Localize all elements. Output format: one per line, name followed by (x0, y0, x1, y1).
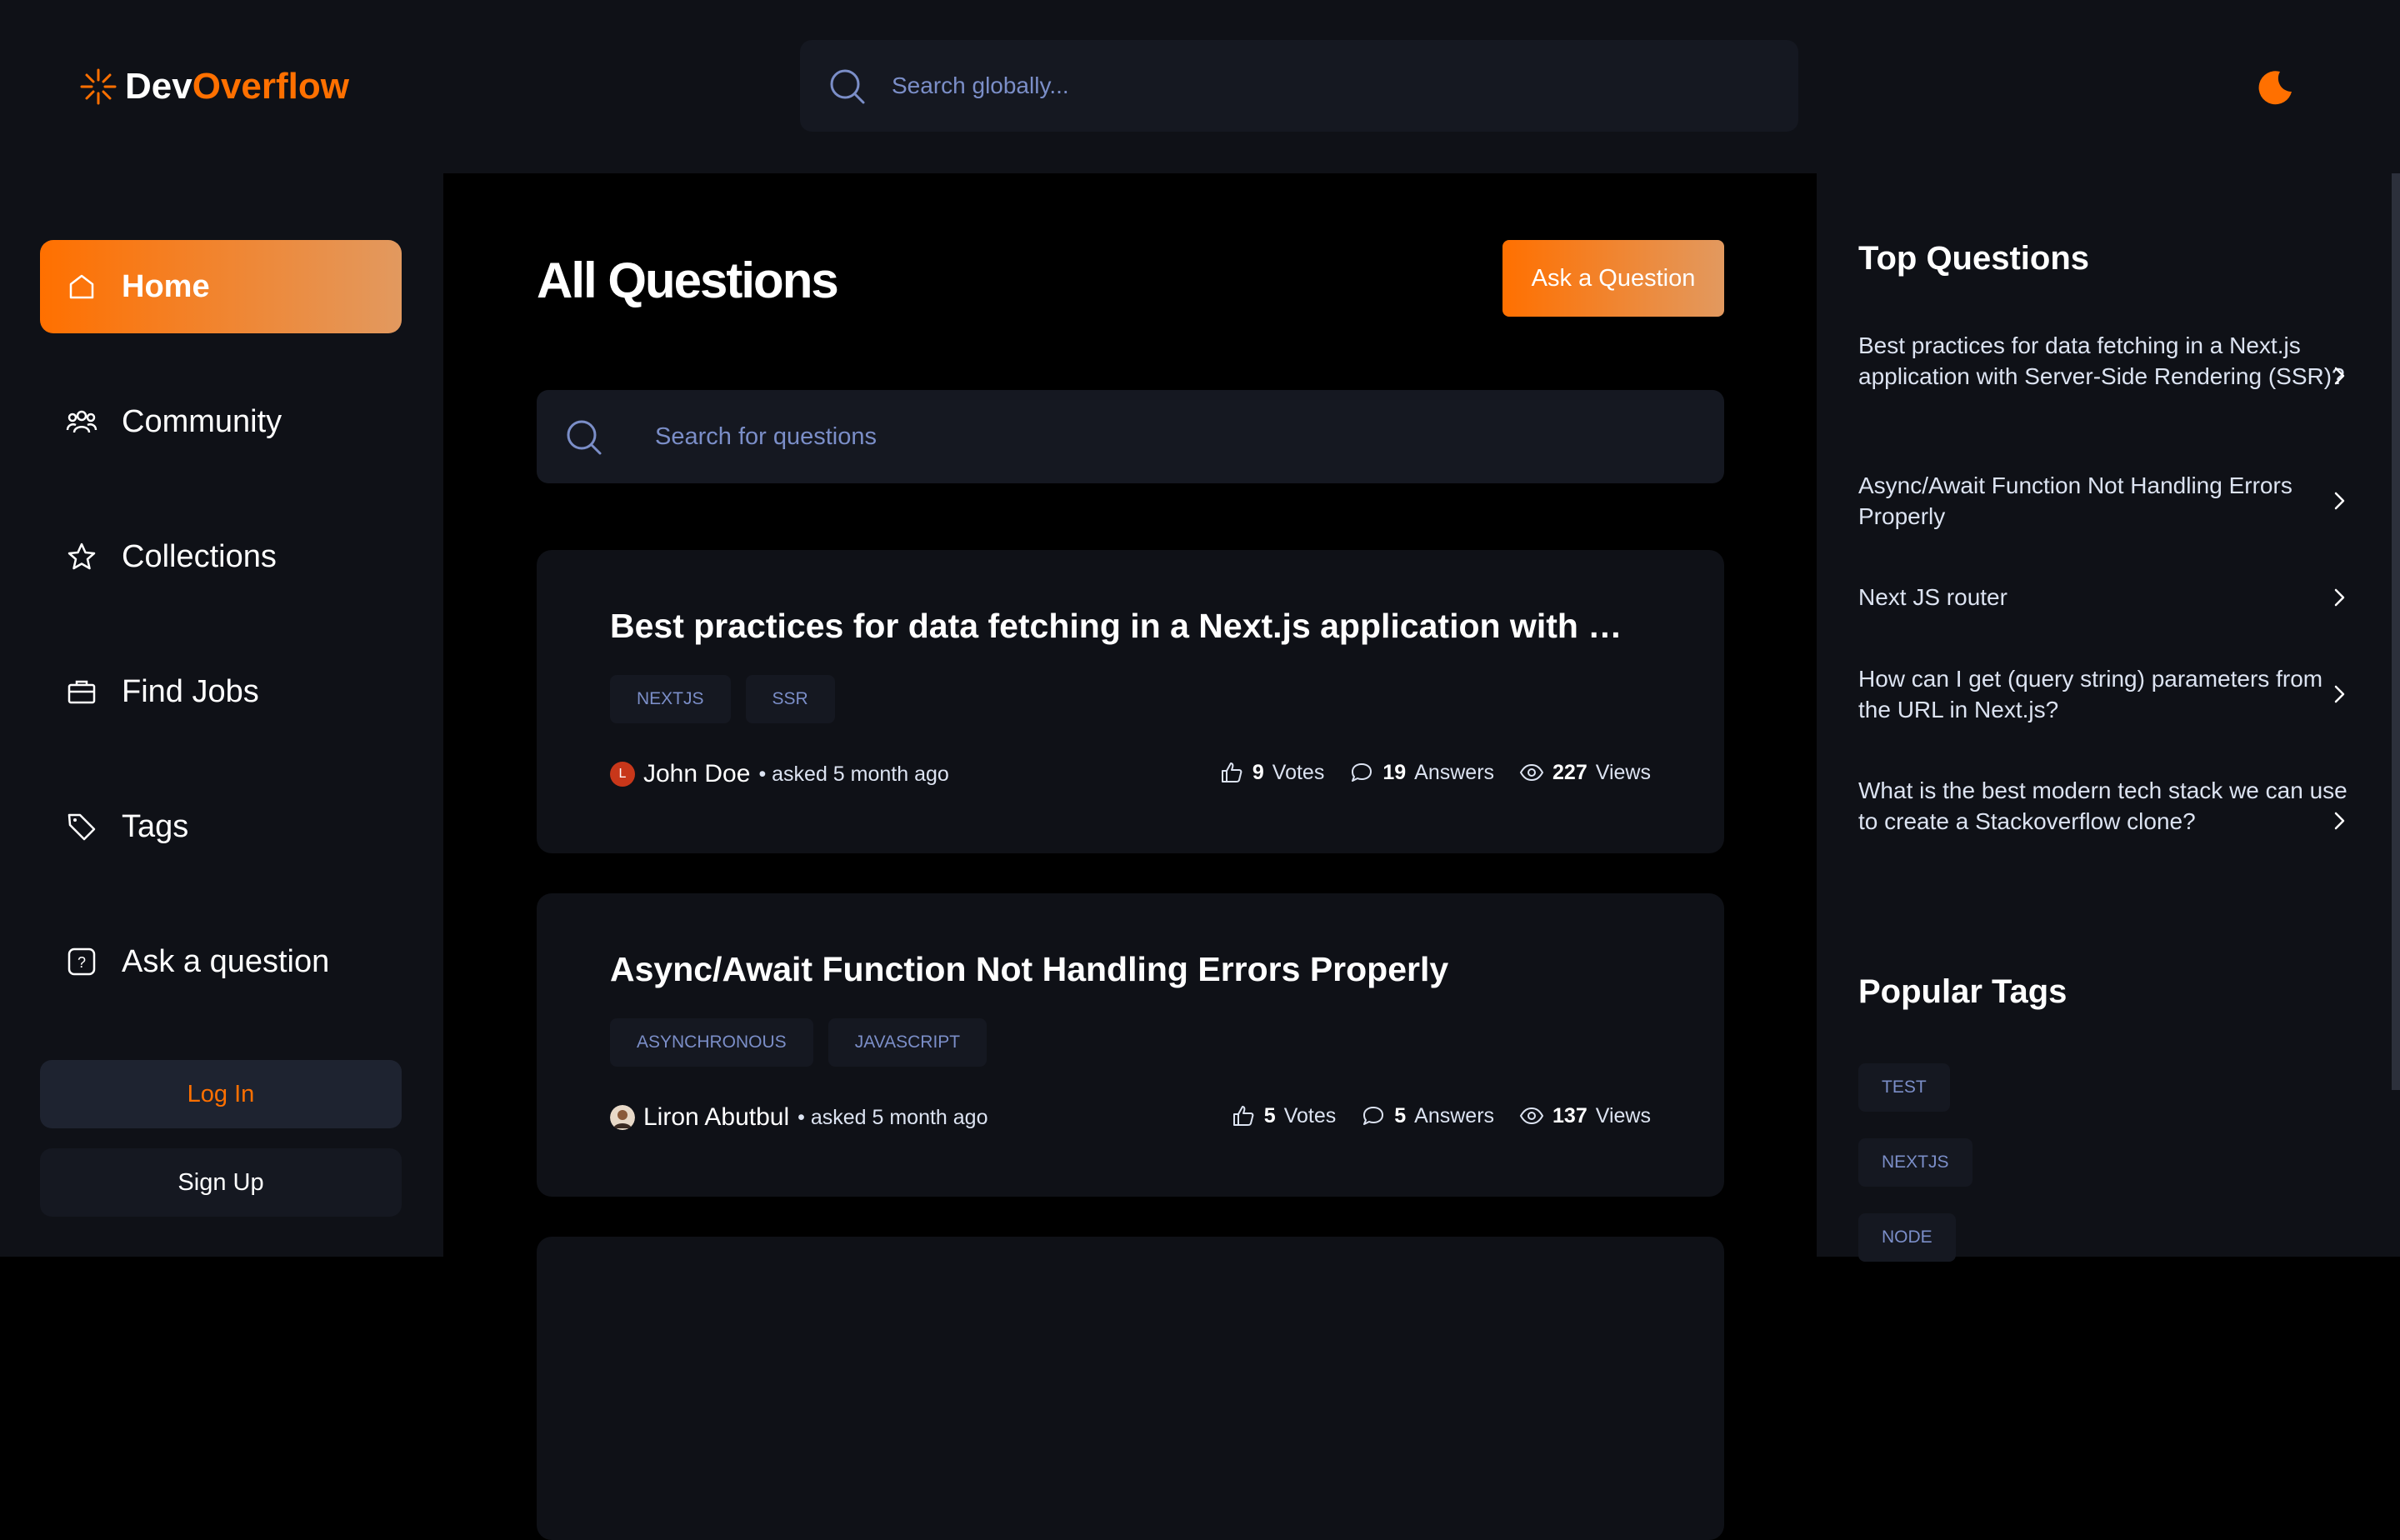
logo-icon (80, 68, 117, 105)
avatar (610, 1105, 635, 1130)
answers-metric: 5 Answers (1361, 1103, 1494, 1128)
author-name[interactable]: John Doe (643, 760, 750, 788)
sidebar-item-community[interactable]: Community (40, 375, 402, 468)
message-icon (1363, 1107, 1384, 1125)
sidebar-item-find-jobs[interactable]: Find Jobs (40, 645, 402, 738)
asked-time: • asked 5 month ago (798, 1105, 988, 1129)
svg-text:?: ? (78, 954, 86, 971)
question-icon: ? (68, 948, 96, 976)
logo-text-dev: Dev (125, 66, 192, 107)
popular-tag[interactable]: TEST (1858, 1063, 1950, 1112)
avatar: L (610, 762, 635, 787)
users-icon (66, 410, 98, 433)
thumbs-up-icon (1221, 762, 1242, 782)
top-question-item[interactable]: Next JS router (1858, 582, 2350, 612)
sidebar-item-tags[interactable]: Tags (40, 780, 402, 873)
global-search-bar[interactable] (800, 40, 1798, 132)
answers-count: 5 (1394, 1103, 1407, 1128)
answers-label: Answers (1414, 1103, 1495, 1128)
votes-label: Votes (1272, 760, 1325, 784)
message-icon (1352, 763, 1372, 782)
top-question-item[interactable]: What is the best modern tech stack we ca… (1858, 775, 2350, 837)
global-search-input[interactable] (890, 72, 1643, 100)
thumbs-up-icon (1232, 1106, 1254, 1126)
chevron-right-icon[interactable] (2327, 808, 2352, 833)
tag-badge[interactable]: JAVASCRIPT (828, 1018, 988, 1067)
tag-badge[interactable]: ASYNCHRONOUS (610, 1018, 813, 1067)
views-metric: 227 Views (1519, 760, 1651, 785)
question-metrics: 5 Votes 5 Answers 137 Views (1231, 1103, 1651, 1128)
eye-icon (1519, 1107, 1544, 1125)
chevron-right-icon[interactable] (2327, 585, 2352, 610)
suitcase-icon (68, 680, 96, 704)
sidebar-item-home[interactable]: Home (40, 240, 402, 333)
answers-count: 19 (1382, 760, 1407, 784)
question-tags: ASYNCHRONOUS JAVASCRIPT (610, 1018, 988, 1067)
search-icon (567, 420, 602, 455)
logo[interactable]: Dev Overflow (78, 63, 349, 110)
question-title[interactable]: Async/Await Function Not Handling Errors… (610, 950, 1448, 989)
question-card[interactable] (537, 1237, 1724, 1540)
popular-tags-title: Popular Tags (1858, 973, 2068, 1010)
top-question-item[interactable]: How can I get (query string) parameters … (1858, 663, 2350, 725)
star-icon (68, 542, 96, 570)
question-author[interactable]: Liron Abutbul • asked 5 month ago (610, 1103, 988, 1132)
views-count: 227 (1552, 760, 1588, 784)
popular-tag[interactable]: NODE (1858, 1213, 1956, 1262)
top-question-item[interactable]: Async/Await Function Not Handling Errors… (1858, 470, 2350, 532)
chevron-right-icon[interactable] (2327, 363, 2352, 388)
answers-metric: 19 Answers (1349, 760, 1494, 785)
main-content: All Questions Ask a Question Best practi… (443, 173, 1817, 1540)
chevron-right-icon[interactable] (2327, 488, 2352, 513)
eye-icon (1519, 763, 1544, 782)
top-questions-title: Top Questions (1858, 240, 2090, 277)
question-tags: NEXTJS SSR (610, 675, 835, 723)
answers-label: Answers (1414, 760, 1495, 784)
top-navbar: Dev Overflow (0, 0, 2400, 173)
popular-tag[interactable]: NEXTJS (1858, 1138, 1972, 1187)
tag-badge[interactable]: NEXTJS (610, 675, 731, 723)
views-metric: 137 Views (1519, 1103, 1651, 1128)
question-author[interactable]: L John Doe • asked 5 month ago (610, 760, 949, 788)
left-sidebar: Home Community Collections Find Jobs Tag… (0, 173, 444, 1257)
tag-icon (68, 813, 96, 841)
sidebar-item-label: Community (122, 403, 282, 439)
votes-count: 9 (1252, 760, 1264, 784)
home-icon (69, 274, 94, 299)
votes-metric: 9 Votes (1219, 760, 1324, 785)
sidebar-item-label: Home (122, 268, 210, 304)
sidebar-item-label: Tags (122, 808, 189, 844)
question-search-input[interactable] (653, 422, 1573, 452)
question-card[interactable]: Best practices for data fetching in a Ne… (537, 550, 1724, 853)
right-sidebar: Top Questions Best practices for data fe… (1817, 173, 2400, 1262)
ask-question-button[interactable]: Ask a Question (1502, 240, 1724, 317)
asked-time: • asked 5 month ago (758, 762, 949, 786)
question-metrics: 9 Votes 19 Answers 227 Views (1219, 760, 1651, 785)
votes-metric: 5 Votes (1231, 1103, 1336, 1128)
author-name[interactable]: Liron Abutbul (643, 1103, 789, 1132)
question-search-bar[interactable] (537, 390, 1724, 483)
scrollbar[interactable] (2392, 173, 2400, 1090)
search-icon (830, 69, 865, 104)
votes-label: Votes (1283, 1103, 1337, 1128)
views-label: Views (1595, 760, 1651, 784)
sidebar-item-ask-question[interactable]: ? Ask a question (40, 915, 402, 1008)
signup-button[interactable]: Sign Up (40, 1148, 402, 1217)
top-question-item[interactable]: Best practices for data fetching in a Ne… (1858, 330, 2350, 392)
question-card[interactable]: Async/Await Function Not Handling Errors… (537, 893, 1724, 1197)
sidebar-item-label: Find Jobs (122, 673, 259, 709)
views-label: Views (1595, 1103, 1651, 1128)
page-title: All Questions (537, 252, 839, 308)
moon-icon[interactable] (2255, 67, 2295, 107)
views-count: 137 (1552, 1103, 1588, 1128)
sidebar-item-collections[interactable]: Collections (40, 510, 402, 603)
question-title[interactable]: Best practices for data fetching in a Ne… (610, 607, 1643, 646)
tag-badge[interactable]: SSR (745, 675, 835, 723)
login-button[interactable]: Log In (40, 1060, 402, 1128)
votes-count: 5 (1263, 1103, 1276, 1128)
sidebar-item-label: Collections (122, 538, 277, 574)
sidebar-item-label: Ask a question (122, 943, 330, 979)
logo-text-overflow: Overflow (192, 66, 349, 107)
chevron-right-icon[interactable] (2327, 682, 2352, 707)
